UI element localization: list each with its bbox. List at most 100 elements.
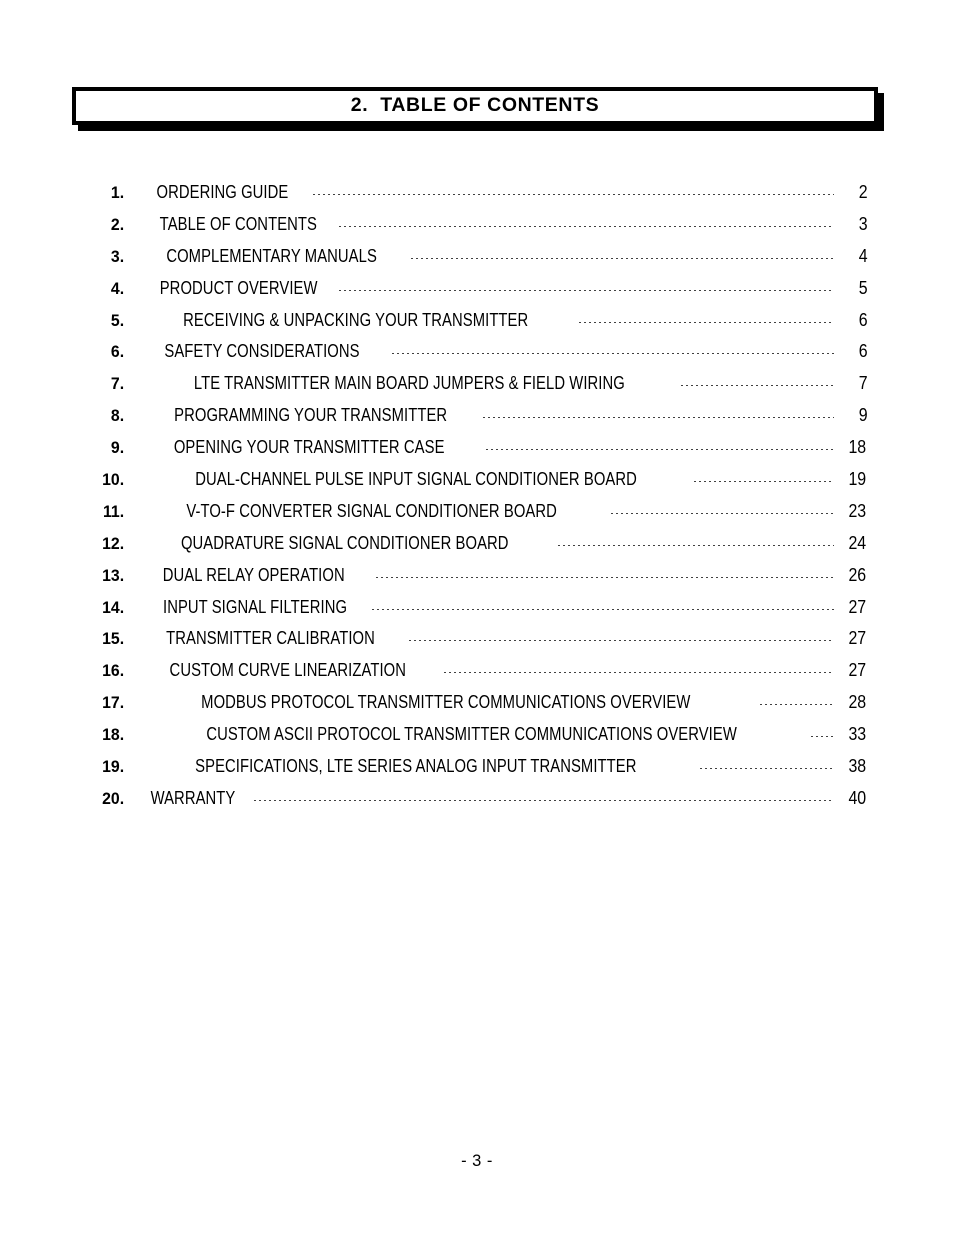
toc-entry-page-number-text: 9 [858, 404, 868, 426]
toc-entry-title[interactable]: PROGRAMMING YOUR TRANSMITTER [174, 399, 447, 431]
toc-entry-body: DUAL-CHANNEL PULSE INPUT SIGNAL CONDITIO… [140, 463, 868, 495]
dot-leader [408, 640, 834, 642]
dot-leader [375, 576, 834, 578]
toc-entry[interactable]: 8. PROGRAMMING YOUR TRANSMITTER 9 [72, 399, 868, 431]
toc-entry-body: ORDERING GUIDE 2 [140, 176, 868, 208]
toc-entry[interactable]: 17. MODBUS PROTOCOL TRANSMITTER COMMUNICA… [72, 686, 868, 718]
toc-entry-title[interactable]: DUAL-CHANNEL PULSE INPUT SIGNAL CONDITIO… [195, 463, 637, 495]
toc-entry-title[interactable]: RECEIVING & UNPACKING YOUR TRANSMITTER [183, 304, 528, 336]
toc-entry-page-number: 9 [836, 399, 868, 431]
toc-entry-title[interactable]: LTE TRANSMITTER MAIN BOARD JUMPERS & FIE… [194, 367, 625, 399]
toc-entry-title[interactable]: PRODUCT OVERVIEW [160, 272, 318, 304]
toc-entry-body: LTE TRANSMITTER MAIN BOARD JUMPERS & FIE… [140, 367, 868, 399]
toc-entry-page-number: 23 [836, 495, 868, 527]
toc-entry[interactable]: 13. DUAL RELAY OPERATION 26 [72, 559, 868, 591]
toc-entry-page-number-text: 26 [848, 563, 867, 585]
dot-leader [392, 353, 834, 355]
toc-entry-title[interactable]: DUAL RELAY OPERATION [163, 559, 345, 591]
toc-entry-number: 1. [110, 183, 125, 202]
toc-entry-title[interactable]: QUADRATURE SIGNAL CONDITIONER BOARD [181, 527, 509, 559]
toc-entry[interactable]: 7. LTE TRANSMITTER MAIN BOARD JUMPERS & F… [72, 367, 868, 399]
toc-entry[interactable]: 15. TRANSMITTER CALIBRATION 27 [72, 622, 868, 654]
toc-entry-page-number: 27 [836, 622, 868, 654]
toc-entry-page-number-text: 27 [848, 595, 867, 617]
toc-entry-page-number: 27 [836, 591, 868, 623]
toc-entry-title[interactable]: OPENING YOUR TRANSMITTER CASE [174, 431, 445, 463]
toc-entry-number: 17. [102, 693, 125, 713]
toc-entry[interactable]: 11. V-TO-F CONVERTER SIGNAL CONDITIONER B… [72, 495, 868, 527]
toc-entry-number: 5. [110, 310, 125, 330]
toc-entry-body: RECEIVING & UNPACKING YOUR TRANSMITTER 6 [140, 304, 868, 336]
toc-entry-page-number: 26 [836, 559, 868, 591]
toc-entry[interactable]: 10. DUAL-CHANNEL PULSE INPUT SIGNAL CONDI… [72, 463, 868, 495]
toc-entry-number: 12. [102, 533, 125, 553]
toc-entry-page-number-text: 2 [858, 181, 868, 202]
toc-entry-page-number-text: 40 [848, 786, 867, 808]
toc-entry[interactable]: 16. CUSTOM CURVE LINEARIZATION 27 [72, 654, 868, 686]
toc-entry-page-number-text: 5 [858, 276, 868, 298]
toc-entry-number: 4. [110, 278, 125, 298]
toc-entry-title[interactable]: V-TO-F CONVERTER SIGNAL CONDITIONER BOAR… [186, 495, 557, 527]
toc-entry[interactable]: 6. SAFETY CONSIDERATIONS 6 [72, 335, 868, 367]
toc-entry-page-number-text: 38 [848, 755, 867, 777]
toc-entry-title[interactable]: CUSTOM CURVE LINEARIZATION [170, 654, 406, 686]
toc-entry-body: OPENING YOUR TRANSMITTER CASE 18 [140, 431, 868, 463]
toc-entry-body: TRANSMITTER CALIBRATION 27 [140, 622, 868, 654]
toc-entry-title[interactable]: COMPLEMENTARY MANUALS [166, 240, 377, 272]
toc-entry-body: CUSTOM CURVE LINEARIZATION 27 [140, 654, 868, 686]
dot-leader [486, 449, 834, 451]
toc-entry[interactable]: 5. RECEIVING & UNPACKING YOUR TRANSMITTER… [72, 304, 868, 336]
toc-entry-page-number-text: 18 [848, 436, 867, 458]
toc-entry-page-number: 2 [836, 176, 868, 208]
toc-entry[interactable]: 18. CUSTOM ASCII PROTOCOL TRANSMITTER COM… [72, 718, 868, 750]
toc-entry-title[interactable]: SAFETY CONSIDERATIONS [164, 335, 359, 367]
toc-entry-title[interactable]: TABLE OF CONTENTS [160, 208, 317, 240]
toc-entry[interactable]: 1. ORDERING GUIDE 2 [72, 176, 868, 208]
toc-entry-title[interactable]: TRANSMITTER CALIBRATION [166, 622, 375, 654]
toc-entry-page-number: 18 [836, 431, 868, 463]
toc-entry[interactable]: 3. COMPLEMENTARY MANUALS 4 [72, 240, 868, 272]
toc-entry-number: 2. [110, 214, 125, 234]
toc-entry-title[interactable]: MODBUS PROTOCOL TRANSMITTER COMMUNICATIO… [201, 686, 690, 718]
toc-entry-title[interactable]: INPUT SIGNAL FILTERING [163, 591, 347, 623]
toc-entry-number: 6. [110, 342, 125, 362]
toc-entry-number: 11. [102, 501, 125, 521]
toc-entry-page-number: 28 [836, 686, 868, 718]
toc-entry-title[interactable]: ORDERING GUIDE [156, 176, 288, 208]
toc-entry[interactable]: 2. TABLE OF CONTENTS 3 [72, 208, 868, 240]
toc-entry-title[interactable]: CUSTOM ASCII PROTOCOL TRANSMITTER COMMUN… [206, 718, 737, 750]
toc-entry-title[interactable]: SPECIFICATIONS, LTE SERIES ANALOG INPUT … [195, 750, 636, 782]
toc-entry-body: PRODUCT OVERVIEW 5 [140, 272, 868, 304]
toc-entry-number: 10. [102, 470, 125, 490]
dot-leader [699, 768, 834, 770]
heading-box: 2. TABLE OF CONTENTS [72, 87, 878, 125]
toc-entry-body: V-TO-F CONVERTER SIGNAL CONDITIONER BOAR… [140, 495, 868, 527]
toc-entry[interactable]: 19. SPECIFICATIONS, LTE SERIES ANALOG INP… [72, 750, 868, 782]
toc-entry-page-number: 38 [836, 750, 868, 782]
dot-leader [759, 704, 834, 706]
toc-entry[interactable]: 4. PRODUCT OVERVIEW 5 [72, 272, 868, 304]
toc-entry[interactable]: 14. INPUT SIGNAL FILTERING 27 [72, 591, 868, 623]
toc-entry[interactable]: 9. OPENING YOUR TRANSMITTER CASE 18 [72, 431, 868, 463]
toc-entry-number: 7. [110, 374, 125, 394]
toc-entry-title[interactable]: WARRANTY [151, 782, 236, 814]
dot-leader [694, 481, 834, 483]
toc-entry-body: CUSTOM ASCII PROTOCOL TRANSMITTER COMMUN… [140, 718, 868, 750]
toc-entry-body: DUAL RELAY OPERATION 26 [140, 559, 868, 591]
toc-entry-number: 14. [102, 597, 125, 617]
dot-leader [372, 608, 834, 610]
toc-entry-number: 15. [102, 629, 125, 649]
toc-entry[interactable]: 20. WARRANTY 40 [72, 782, 868, 814]
toc-entry-body: WARRANTY 40 [140, 782, 868, 814]
toc-entry-body: SPECIFICATIONS, LTE SERIES ANALOG INPUT … [140, 750, 868, 782]
toc-entry-number: 20. [102, 788, 125, 808]
toc-entry[interactable]: 12. QUADRATURE SIGNAL CONDITIONER BOARD 24 [72, 527, 868, 559]
toc-entry-page-number: 4 [836, 240, 868, 272]
toc-entry-page-number: 7 [836, 367, 868, 399]
toc-entry-number: 19. [102, 757, 125, 777]
toc-entry-number: 8. [110, 406, 125, 426]
toc-entry-page-number-text: 23 [848, 499, 867, 521]
dot-leader [411, 257, 834, 259]
dot-leader [338, 225, 834, 227]
toc-entry-body: INPUT SIGNAL FILTERING 27 [140, 591, 868, 623]
